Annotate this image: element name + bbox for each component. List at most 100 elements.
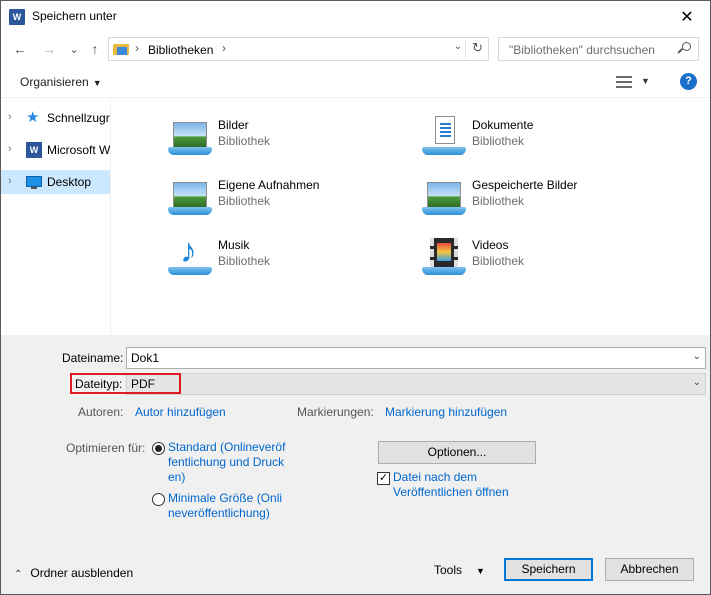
optimize-minimal-label[interactable]: Minimale Größe (Onlineveröffentlichung) [168, 491, 288, 521]
help-icon[interactable]: ? [680, 73, 697, 90]
chevron-up-icon: ⌃ [14, 569, 23, 580]
library-name: Bilder [218, 118, 249, 132]
recent-locations-button[interactable]: ⌄ [64, 39, 84, 59]
optimize-standard-label[interactable]: Standard (Onlineveröffentlichung und Dru… [168, 440, 288, 485]
breadcrumb-libraries[interactable]: Bibliotheken [148, 43, 213, 57]
caret-down-icon: ▼ [92, 78, 102, 88]
videos-library-icon [422, 234, 466, 280]
forward-button[interactable]: → [39, 39, 59, 59]
library-name: Eigene Aufnahmen [218, 178, 320, 192]
word-icon: W [26, 142, 42, 158]
library-type: Bibliothek [218, 254, 271, 268]
file-list: Bilder Bibliothek Dokumente Bibliothek E… [112, 98, 710, 335]
library-item-music[interactable]: ♪ Musik Bibliothek [168, 234, 398, 280]
documents-library-icon [422, 114, 466, 160]
expand-chevron-icon[interactable]: › [8, 175, 12, 187]
address-divider [465, 40, 466, 58]
optimize-label: Optimieren für: [66, 441, 146, 455]
open-after-publish-checkbox[interactable]: ✓ [377, 472, 390, 485]
view-options-caret-icon[interactable]: ▼ [641, 76, 650, 86]
navigation-bar: ← → ⌄ ↑ › Bibliotheken › ⌄ ↻ "Bibliothek… [1, 32, 710, 66]
tags-label: Markierungen: [297, 405, 374, 419]
saved-pictures-library-icon [422, 174, 466, 220]
up-button[interactable]: ↑ [85, 39, 105, 59]
chevron-down-icon: ⌄ [69, 43, 79, 56]
star-icon: ★ [26, 109, 40, 126]
sidebar-item-label: Schnellzugriff [47, 111, 110, 125]
arrow-up-icon: ↑ [91, 41, 99, 57]
hide-folders-button[interactable]: ⌃ Ordner ausblenden [14, 566, 133, 580]
arrow-right-icon: → [42, 41, 56, 57]
search-input[interactable]: "Bibliotheken" durchsuchen [498, 37, 699, 61]
search-icon[interactable] [677, 42, 692, 56]
breadcrumb-separator-icon: › [135, 41, 139, 55]
camera-roll-library-icon [168, 174, 212, 220]
library-name: Gespeicherte Bilder [472, 178, 578, 192]
library-item-videos[interactable]: Videos Bibliothek [422, 234, 652, 280]
library-name: Videos [472, 238, 509, 252]
organize-button[interactable]: Organisieren ▼ [20, 75, 102, 89]
authors-label: Autoren: [78, 405, 124, 419]
libraries-folder-icon [113, 42, 129, 56]
chevron-down-icon[interactable]: ⌄ [693, 377, 701, 388]
library-name: Dokumente [472, 118, 534, 132]
library-item-documents[interactable]: Dokumente Bibliothek [422, 114, 652, 160]
sidebar-item-quick-access[interactable]: › ★ Schnellzugriff [1, 106, 110, 130]
search-placeholder: "Bibliotheken" durchsuchen [509, 43, 655, 57]
add-author-link[interactable]: Autor hinzufügen [135, 405, 226, 419]
change-view-icon[interactable] [616, 75, 632, 89]
sidebar-item-label: Desktop [47, 175, 92, 189]
tools-button[interactable]: Tools ▼ [434, 563, 485, 577]
filetype-highlight-box [70, 373, 181, 394]
open-after-publish-label[interactable]: Datei nach dem Veröffentlichen öffnen [393, 470, 523, 500]
library-type: Bibliothek [472, 134, 525, 148]
command-bar: Organisieren ▼ ▼ ? [1, 66, 710, 98]
desktop-icon [26, 174, 42, 190]
navigation-pane: › ★ Schnellzugriff › W Microsoft Word › … [1, 98, 111, 335]
filetype-select[interactable]: PDF ⌄ [126, 373, 706, 395]
title-bar: W Speichern unter ✕ [1, 1, 710, 32]
library-item-camera-roll[interactable]: Eigene Aufnahmen Bibliothek [168, 174, 398, 220]
address-history-icon[interactable]: ⌄ [454, 41, 462, 52]
library-type: Bibliothek [472, 254, 525, 268]
save-as-dialog: W Speichern unter ✕ ← → ⌄ ↑ › Bibliothek… [0, 0, 711, 595]
options-button[interactable]: Optionen... [378, 441, 536, 464]
library-name: Musik [218, 238, 250, 252]
back-button[interactable]: ← [10, 39, 30, 59]
optimize-minimal-radio[interactable] [152, 493, 165, 506]
check-icon: ✓ [378, 472, 389, 484]
close-icon: ✕ [680, 8, 694, 26]
sidebar-item-microsoft-word[interactable]: › W Microsoft Word [1, 138, 110, 162]
cancel-button[interactable]: Abbrechen [605, 558, 694, 581]
library-type: Bibliothek [218, 134, 271, 148]
organize-label: Organisieren [20, 75, 89, 89]
music-library-icon: ♪ [168, 234, 212, 280]
filename-input[interactable]: Dok1 ⌄ [126, 347, 706, 369]
save-button[interactable]: Speichern [504, 558, 593, 581]
tools-label: Tools [434, 563, 463, 577]
caret-down-icon: ▼ [476, 566, 485, 576]
filename-label: Dateiname: [62, 351, 124, 365]
arrow-left-icon: ← [13, 41, 27, 57]
save-options-panel: Dateiname: Dok1 ⌄ Dateityp: PDF ⌄ Autore… [1, 335, 710, 594]
address-bar[interactable]: › Bibliotheken › ⌄ ↻ [108, 37, 489, 61]
breadcrumb-separator-icon[interactable]: › [222, 41, 226, 55]
sidebar-item-label: Microsoft Word [47, 143, 110, 157]
word-app-icon: W [9, 9, 25, 25]
library-item-saved-pictures[interactable]: Gespeicherte Bilder Bibliothek [422, 174, 652, 220]
filename-value: Dok1 [131, 351, 160, 365]
chevron-down-icon[interactable]: ⌄ [693, 351, 701, 362]
hide-folders-label: Ordner ausblenden [30, 566, 134, 580]
optimize-standard-radio[interactable] [152, 442, 165, 455]
pictures-library-icon [168, 114, 212, 160]
library-item-pictures[interactable]: Bilder Bibliothek [168, 114, 398, 160]
add-tag-link[interactable]: Markierung hinzufügen [385, 405, 507, 419]
expand-chevron-icon[interactable]: › [8, 111, 12, 123]
window-title: Speichern unter [32, 9, 117, 23]
sidebar-item-desktop[interactable]: › Desktop [1, 170, 110, 194]
library-type: Bibliothek [218, 194, 271, 208]
library-type: Bibliothek [472, 194, 525, 208]
refresh-icon[interactable]: ↻ [472, 40, 483, 56]
expand-chevron-icon[interactable]: › [8, 143, 12, 155]
close-button[interactable]: ✕ [664, 1, 710, 32]
